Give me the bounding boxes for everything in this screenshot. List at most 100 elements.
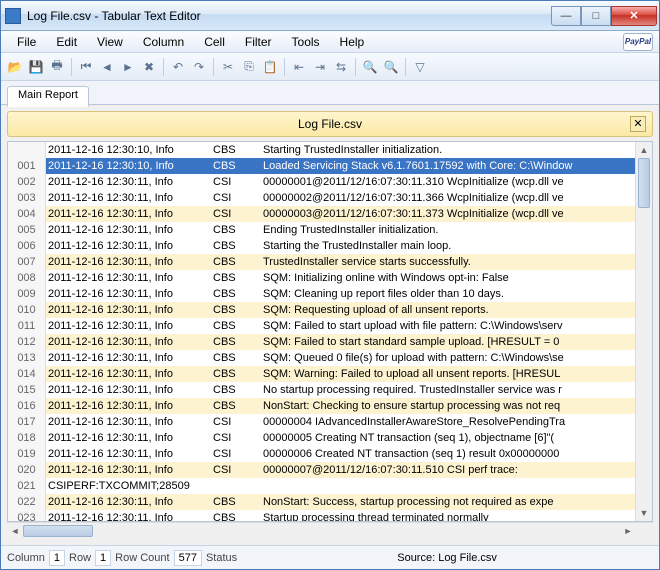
copy-icon[interactable]: ⎘	[239, 57, 259, 77]
menu-column[interactable]: Column	[133, 33, 194, 51]
paste-icon[interactable]: 📋	[260, 57, 280, 77]
zoom-out-icon[interactable]: 🔍	[381, 57, 401, 77]
toolbar: 📂 💾 🖶 ⏮ ◄ ► ✖ ↶ ↷ ✂ ⎘ 📋 ⇤ ⇥ ⇆ 🔍 🔍 ▽	[1, 53, 659, 81]
print-icon[interactable]: 🖶	[47, 57, 67, 77]
padding-icon[interactable]: ⇆	[331, 57, 351, 77]
insert-right-icon[interactable]: ⇥	[310, 57, 330, 77]
scroll-down-icon[interactable]: ▼	[636, 505, 652, 521]
open-icon[interactable]: 📂	[5, 57, 25, 77]
cut-icon[interactable]: ✂	[218, 57, 238, 77]
table-row[interactable]: 2011-12-16 12:30:11, InfoCBSSQM: Cleanin…	[46, 286, 635, 302]
table-cell: Starting the TrustedInstaller main loop.	[261, 238, 635, 254]
table-row[interactable]: 2011-12-16 12:30:11, InfoCBSSQM: Failed …	[46, 318, 635, 334]
maximize-button[interactable]: □	[581, 6, 611, 26]
header-cell: Starting TrustedInstaller initialization…	[261, 142, 635, 158]
table-row[interactable]: 2011-12-16 12:30:11, InfoCBSNo startup p…	[46, 382, 635, 398]
redo-icon[interactable]: ↷	[189, 57, 209, 77]
row-number: 018	[8, 430, 45, 446]
tab-main-report[interactable]: Main Report	[7, 86, 89, 107]
table-row[interactable]: 2011-12-16 12:30:10, InfoCBSLoaded Servi…	[46, 158, 635, 174]
row-number: 003	[8, 190, 45, 206]
filter-icon[interactable]: ▽	[410, 57, 430, 77]
scroll-up-icon[interactable]: ▲	[636, 142, 652, 158]
table-row[interactable]: 2011-12-16 12:30:11, InfoCBSStartup proc…	[46, 510, 635, 521]
scroll-thumb[interactable]	[23, 525, 93, 537]
table-row[interactable]: 2011-12-16 12:30:11, InfoCSI00000002@201…	[46, 190, 635, 206]
table-cell: CBS	[211, 350, 261, 366]
next-icon[interactable]: ►	[118, 57, 138, 77]
table-cell: 2011-12-16 12:30:11, Info	[46, 318, 211, 334]
table-row[interactable]: 2011-12-16 12:30:11, InfoCSI00000006 Cre…	[46, 446, 635, 462]
first-icon[interactable]: ⏮	[76, 57, 96, 77]
minimize-button[interactable]: —	[551, 6, 581, 26]
row-number: 022	[8, 494, 45, 510]
menu-file[interactable]: File	[7, 33, 46, 51]
table-row[interactable]: 2011-12-16 12:30:11, InfoCBSNonStart: Su…	[46, 494, 635, 510]
delete-icon[interactable]: ✖	[139, 57, 159, 77]
scroll-right-icon[interactable]: ►	[620, 523, 636, 539]
menu-view[interactable]: View	[87, 33, 133, 51]
table-row[interactable]: 2011-12-16 12:30:11, InfoCBSNonStart: Ch…	[46, 398, 635, 414]
menu-edit[interactable]: Edit	[46, 33, 87, 51]
table-row[interactable]: 2011-12-16 12:30:11, InfoCSI00000001@201…	[46, 174, 635, 190]
table-row[interactable]: 2011-12-16 12:30:11, InfoCBSTrustedInsta…	[46, 254, 635, 270]
close-button[interactable]: ✕	[611, 6, 657, 26]
table-row[interactable]: 2011-12-16 12:30:11, InfoCBSSQM: Queued …	[46, 350, 635, 366]
undo-icon[interactable]: ↶	[168, 57, 188, 77]
menu-filter[interactable]: Filter	[235, 33, 282, 51]
scroll-thumb[interactable]	[638, 158, 650, 208]
table-cell: 00000004 IAdvancedInstallerAwareStore_Re…	[261, 414, 635, 430]
banner-close-icon[interactable]: ✕	[630, 116, 646, 132]
table-cell: SQM: Requesting upload of all unsent rep…	[261, 302, 635, 318]
status-row-label: Row	[69, 552, 91, 564]
menu-cell[interactable]: Cell	[194, 33, 235, 51]
table-row[interactable]: 2011-12-16 12:30:11, InfoCBSSQM: Initial…	[46, 270, 635, 286]
row-number: 015	[8, 382, 45, 398]
zoom-in-icon[interactable]: 🔍	[360, 57, 380, 77]
row-number-gutter: 0010020030040050060070080090100110120130…	[8, 142, 46, 521]
table-cell: 00000001@2011/12/16:07:30:11.310 WcpInit…	[261, 174, 635, 190]
status-row-value: 1	[95, 550, 111, 566]
row-number: 021	[8, 478, 45, 494]
table-cell: SQM: Warning: Failed to upload all unsen…	[261, 366, 635, 382]
table-cell: CBS	[211, 222, 261, 238]
table-row[interactable]: 2011-12-16 12:30:11, InfoCBSEnding Trust…	[46, 222, 635, 238]
table-cell: Startup processing thread terminated nor…	[261, 510, 635, 521]
table-cell: 2011-12-16 12:30:11, Info	[46, 398, 211, 414]
menu-tools[interactable]: Tools	[282, 33, 330, 51]
statusbar: Column 1 Row 1 Row Count 577 Status Sour…	[1, 545, 659, 569]
file-banner: Log File.csv ✕	[7, 111, 653, 137]
table-cell: 2011-12-16 12:30:11, Info	[46, 446, 211, 462]
data-grid[interactable]: 0010020030040050060070080090100110120130…	[7, 141, 653, 522]
row-number: 011	[8, 318, 45, 334]
tabstrip: Main Report	[1, 81, 659, 105]
table-row[interactable]: 2011-12-16 12:30:11, InfoCSI00000004 IAd…	[46, 414, 635, 430]
table-cell: CBS	[211, 254, 261, 270]
table-row[interactable]: 2011-12-16 12:30:11, InfoCBSSQM: Request…	[46, 302, 635, 318]
scroll-left-icon[interactable]: ◄	[7, 523, 23, 539]
table-cell	[211, 478, 261, 494]
table-cell: CBS	[211, 366, 261, 382]
table-row[interactable]: 2011-12-16 12:30:11, InfoCBSSQM: Failed …	[46, 334, 635, 350]
table-cell: SQM: Cleaning up report files older than…	[261, 286, 635, 302]
row-number: 013	[8, 350, 45, 366]
table-row[interactable]: 2011-12-16 12:30:11, InfoCSI00000003@201…	[46, 206, 635, 222]
horizontal-scrollbar[interactable]: ◄ ►	[7, 522, 653, 539]
table-cell: 2011-12-16 12:30:11, Info	[46, 270, 211, 286]
insert-left-icon[interactable]: ⇤	[289, 57, 309, 77]
table-row[interactable]: 2011-12-16 12:30:11, InfoCSI00000007@201…	[46, 462, 635, 478]
table-row[interactable]: 2011-12-16 12:30:11, InfoCBSSQM: Warning…	[46, 366, 635, 382]
paypal-button[interactable]: PayPal	[623, 33, 653, 51]
vertical-scrollbar[interactable]: ▲ ▼	[635, 142, 652, 521]
table-row[interactable]: 2011-12-16 12:30:11, InfoCSI00000005 Cre…	[46, 430, 635, 446]
table-cell: No startup processing required. TrustedI…	[261, 382, 635, 398]
table-cell: CSI	[211, 430, 261, 446]
table-row[interactable]: CSIPERF:TXCOMMIT;28509	[46, 478, 635, 494]
save-icon[interactable]: 💾	[26, 57, 46, 77]
table-cell: 2011-12-16 12:30:11, Info	[46, 350, 211, 366]
table-row[interactable]: 2011-12-16 12:30:11, InfoCBSStarting the…	[46, 238, 635, 254]
row-number: 019	[8, 446, 45, 462]
menu-help[interactable]: Help	[330, 33, 375, 51]
prev-icon[interactable]: ◄	[97, 57, 117, 77]
table-cell: SQM: Failed to start standard sample upl…	[261, 334, 635, 350]
